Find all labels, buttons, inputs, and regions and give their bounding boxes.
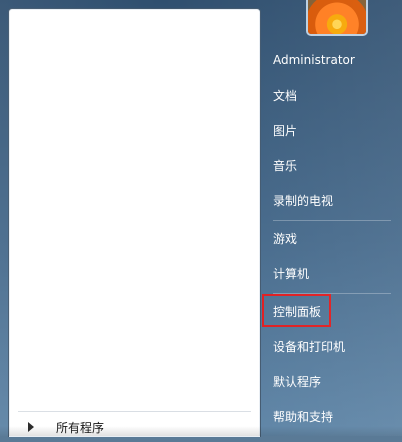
programs-panel: 所有程序 [8, 8, 261, 437]
menu-separator [273, 293, 391, 294]
devices-printers-link[interactable]: 设备和打印机 [262, 330, 392, 362]
flower-icon [308, 0, 366, 34]
user-name-link[interactable]: Administrator [262, 44, 392, 76]
documents-link[interactable]: 文档 [262, 79, 392, 111]
bottom-shadow [0, 426, 402, 436]
user-avatar[interactable] [306, 0, 368, 36]
default-programs-link[interactable]: 默认程序 [262, 365, 392, 397]
pictures-link[interactable]: 图片 [262, 114, 392, 146]
start-menu: 所有程序 Administrator 文档 图片 音乐 录制的电视 游戏 计算机… [0, 0, 402, 437]
computer-link[interactable]: 计算机 [262, 257, 392, 289]
recorded-tv-link[interactable]: 录制的电视 [262, 184, 392, 216]
games-link[interactable]: 游戏 [262, 222, 392, 254]
control-panel-link[interactable]: 控制面板 [262, 295, 392, 327]
music-link[interactable]: 音乐 [262, 149, 392, 181]
menu-separator [273, 220, 391, 221]
